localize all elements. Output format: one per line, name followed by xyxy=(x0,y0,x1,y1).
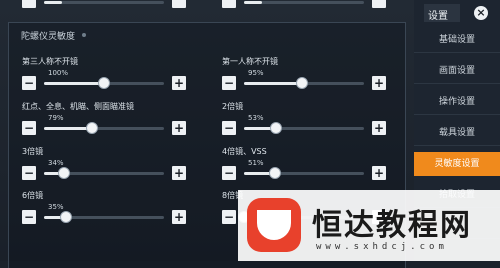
slider-handle[interactable] xyxy=(270,122,283,134)
decrease-button[interactable]: − xyxy=(22,166,36,180)
sensitivity-slider[interactable] xyxy=(244,77,364,89)
setting-label: 4倍镜、VSS xyxy=(222,147,267,156)
increase-button[interactable]: + xyxy=(172,210,186,224)
decrease-button[interactable]: − xyxy=(22,121,36,135)
setting-value: 79% xyxy=(48,114,64,122)
sidebar-item[interactable]: 载具设置 xyxy=(414,121,500,146)
close-icon[interactable]: × xyxy=(474,6,488,20)
section-dot-icon xyxy=(82,33,86,37)
sensitivity-setting: 3倍镜 34% − + xyxy=(22,146,202,186)
sidebar-item[interactable]: 画面设置 xyxy=(414,59,500,84)
sensitivity-slider[interactable] xyxy=(44,122,164,134)
decrease-button[interactable]: − xyxy=(222,76,236,90)
increase-button[interactable]: + xyxy=(372,166,386,180)
setting-value: 100% xyxy=(48,69,69,77)
sensitivity-slider[interactable] xyxy=(44,211,164,223)
sensitivity-setting: 红点、全息、机瞄、侧面瞄准镜 79% − + xyxy=(22,101,202,141)
prev-minus-button-right[interactable] xyxy=(222,0,236,8)
setting-label: 第三人称不开镜 xyxy=(22,57,78,66)
setting-label: 第一人称不开镜 xyxy=(222,57,278,66)
slider-handle[interactable] xyxy=(58,167,71,179)
sensitivity-slider[interactable] xyxy=(44,77,164,89)
sensitivity-slider[interactable] xyxy=(244,122,364,134)
setting-value: 34% xyxy=(48,159,64,167)
prev-plus-button-right[interactable] xyxy=(372,0,386,8)
slider-fill xyxy=(44,82,104,85)
sidebar-item[interactable]: 操作设置 xyxy=(414,90,500,115)
setting-value: 51% xyxy=(248,159,264,167)
slider-handle[interactable] xyxy=(98,77,110,89)
increase-button[interactable]: + xyxy=(172,76,186,90)
increase-button[interactable]: + xyxy=(372,76,386,90)
decrease-button[interactable]: − xyxy=(22,76,36,90)
sensitivity-slider[interactable] xyxy=(44,167,164,179)
increase-button[interactable]: + xyxy=(172,166,186,180)
sensitivity-setting: 2倍镜 53% − + xyxy=(222,101,402,141)
setting-value: 35% xyxy=(48,203,64,211)
decrease-button[interactable]: − xyxy=(22,210,36,224)
watermark-logo xyxy=(247,198,301,252)
sidebar-header: 设置 × xyxy=(420,4,500,22)
sidebar-title: 设置 xyxy=(428,11,448,22)
slider-handle[interactable] xyxy=(295,77,308,89)
watermark-text: 恒达教程网 xyxy=(312,208,472,243)
increase-button[interactable]: + xyxy=(372,121,386,135)
sensitivity-setting: 4倍镜、VSS 51% − + xyxy=(222,146,402,186)
slider-fill xyxy=(44,127,92,130)
slider-handle[interactable] xyxy=(59,211,72,223)
settings-screen: 陀螺仪灵敏度 第三人称不开镜 100% − + 第一人称不开镜 95% − + 红点、全息、机瞄… xyxy=(0,0,500,268)
setting-value: 53% xyxy=(248,114,264,122)
slider-fill xyxy=(244,82,302,85)
sidebar-item[interactable]: 基础设置 xyxy=(414,28,500,53)
slider-handle[interactable] xyxy=(269,167,282,179)
decrease-button[interactable]: − xyxy=(222,210,236,224)
watermark-url: www.sxhdcj.com xyxy=(316,242,448,252)
setting-label: 3倍镜 xyxy=(22,147,44,156)
setting-value: 95% xyxy=(248,69,264,77)
prev-slider-track-right[interactable] xyxy=(244,1,364,4)
sensitivity-setting: 第三人称不开镜 100% − + xyxy=(22,56,202,96)
setting-label: 2倍镜 xyxy=(222,102,244,111)
setting-label: 红点、全息、机瞄、侧面瞄准镜 xyxy=(22,102,134,111)
prev-plus-button[interactable] xyxy=(172,0,186,8)
prev-slider-track[interactable] xyxy=(44,1,164,4)
sensitivity-slider[interactable] xyxy=(244,167,364,179)
section-title: 陀螺仪灵敏度 xyxy=(21,32,76,42)
prev-minus-button[interactable] xyxy=(22,0,36,8)
decrease-button[interactable]: − xyxy=(222,121,236,135)
sensitivity-setting: 6倍镜 35% − + xyxy=(22,190,202,230)
sidebar-item[interactable]: 灵敏度设置 xyxy=(414,152,500,176)
setting-label: 6倍镜 xyxy=(22,191,44,200)
decrease-button[interactable]: − xyxy=(222,166,236,180)
increase-button[interactable]: + xyxy=(172,121,186,135)
slider-handle[interactable] xyxy=(86,122,98,134)
sensitivity-setting: 第一人称不开镜 95% − + xyxy=(222,56,402,96)
